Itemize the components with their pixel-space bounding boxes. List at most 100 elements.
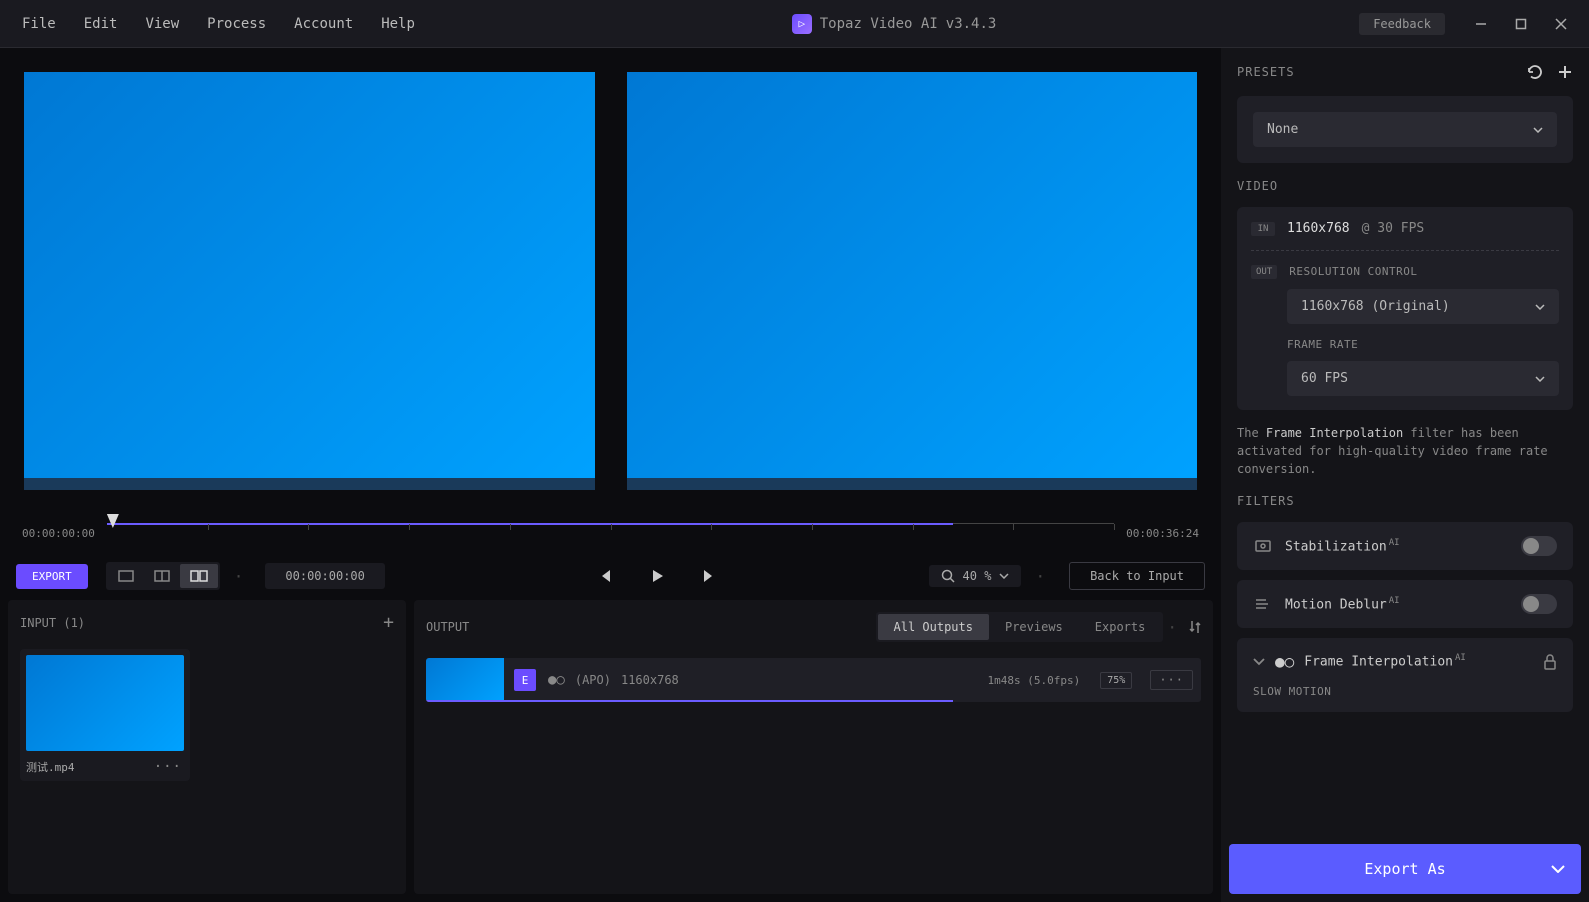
chevron-down-icon (1535, 304, 1545, 310)
chevron-down-icon (1535, 376, 1545, 382)
framerate-dropdown[interactable]: 60 FPS (1287, 361, 1559, 396)
out-badge: OUT (1251, 265, 1277, 279)
filter-stabilization: StabilizationAI (1237, 522, 1573, 570)
frame-interp-info: The Frame Interpolation filter has been … (1237, 424, 1573, 478)
resolution-value: 1160x768 (Original) (1301, 299, 1450, 314)
export-as-button[interactable]: Export As (1229, 844, 1581, 894)
tab-all-outputs[interactable]: All Outputs (878, 614, 989, 640)
menu-view[interactable]: View (131, 10, 193, 38)
menu-process[interactable]: Process (193, 10, 280, 38)
step-back-button[interactable] (591, 562, 619, 590)
minimize-button[interactable] (1461, 8, 1501, 40)
menu-help[interactable]: Help (367, 10, 429, 38)
output-percent: 75% (1100, 672, 1132, 689)
menu-file[interactable]: File (8, 10, 70, 38)
filters-header: FILTERS (1237, 494, 1295, 508)
motion-deblur-toggle[interactable] (1521, 594, 1557, 614)
framerate-label: FRAME RATE (1287, 338, 1559, 351)
timeline-end: 00:00:36:24 (1126, 527, 1199, 540)
frame-interp-status-icon: ●○ (1275, 652, 1294, 671)
in-fps: @ 30 FPS (1362, 221, 1425, 236)
preset-dropdown[interactable]: None (1253, 112, 1557, 147)
maximize-button[interactable] (1501, 8, 1541, 40)
menu-bar: File Edit View Process Account Help (8, 10, 429, 38)
presets-header: PRESETS (1237, 65, 1295, 79)
app-version: v3.4.3 (946, 16, 997, 32)
resolution-dropdown[interactable]: 1160x768 (Original) (1287, 289, 1559, 324)
output-panel: OUTPUT All Outputs Previews Exports · (414, 600, 1213, 894)
output-item[interactable]: E ●○ (APO) 1160x768 1m48s (5.0fps) 75% ·… (426, 658, 1201, 702)
playback-controls (395, 562, 919, 590)
zoom-control[interactable]: 40 % (929, 565, 1022, 587)
input-thumbnail (26, 655, 184, 751)
controls-bar: EXPORT · 00:00:00:00 40 % · Back to Inpu… (0, 552, 1221, 600)
menu-edit[interactable]: Edit (70, 10, 132, 38)
timeline-start: 00:00:00:00 (22, 527, 95, 540)
chevron-down-icon (999, 573, 1009, 579)
preview-original[interactable] (24, 72, 595, 490)
output-type-badge: E (514, 669, 536, 691)
slow-motion-label: SLOW MOTION (1253, 685, 1557, 698)
preview-area (0, 48, 1221, 514)
output-thumbnail (426, 658, 504, 702)
tab-previews[interactable]: Previews (989, 614, 1079, 640)
lock-icon (1543, 654, 1557, 670)
refresh-presets-button[interactable] (1527, 64, 1543, 80)
in-resolution: 1160x768 (1287, 221, 1350, 236)
collapse-button[interactable] (1253, 658, 1265, 666)
step-forward-button[interactable] (695, 562, 723, 590)
output-stats: 1m48s (5.0fps) (988, 674, 1081, 687)
view-single[interactable] (108, 564, 144, 588)
add-input-button[interactable]: + (383, 612, 394, 633)
feedback-button[interactable]: Feedback (1359, 13, 1445, 35)
output-tabs: All Outputs Previews Exports (876, 612, 1164, 642)
zoom-icon (941, 569, 955, 583)
framerate-value: 60 FPS (1301, 371, 1348, 386)
tab-exports[interactable]: Exports (1079, 614, 1162, 640)
output-status-icon: ●○ (548, 672, 565, 688)
timeline-playhead[interactable] (107, 514, 119, 528)
preview-processed[interactable] (627, 72, 1198, 490)
motion-deblur-icon (1253, 594, 1273, 614)
in-badge: IN (1251, 222, 1275, 236)
input-menu-button[interactable]: ··· (154, 759, 182, 775)
back-to-input-button[interactable]: Back to Input (1069, 562, 1205, 590)
frame-interp-label: Frame Interpolation (1304, 655, 1453, 670)
app-logo-icon: ▷ (792, 14, 812, 34)
window-controls: Feedback (1359, 8, 1581, 40)
sort-button[interactable] (1189, 620, 1201, 634)
view-side-by-side[interactable] (180, 564, 218, 588)
input-header: INPUT (1) (20, 616, 85, 630)
input-item[interactable]: 测试.mp4 ··· (20, 649, 190, 781)
output-menu-button[interactable]: ··· (1150, 670, 1193, 690)
titlebar: File Edit View Process Account Help ▷ To… (0, 0, 1589, 48)
export-button[interactable]: EXPORT (16, 564, 88, 589)
chevron-down-icon (1551, 865, 1565, 873)
motion-deblur-label: Motion Deblur (1285, 597, 1387, 612)
app-name: Topaz Video AI (820, 16, 938, 32)
view-split[interactable] (144, 564, 180, 588)
zoom-value: 40 % (963, 569, 992, 583)
chevron-down-icon (1533, 127, 1543, 133)
timeline-track[interactable] (107, 523, 1114, 543)
main-workspace: 00:00:00:00 00:00:36:24 EXPORT · 00:00:0… (0, 48, 1221, 902)
play-button[interactable] (643, 562, 671, 590)
stabilization-label: Stabilization (1285, 539, 1387, 554)
timecode-display[interactable]: 00:00:00:00 (265, 563, 384, 589)
settings-panel: PRESETS None VIDEO IN 1160x768 (1221, 48, 1589, 902)
filter-frame-interpolation: ●○ Frame InterpolationAI SLOW MOTION (1237, 638, 1573, 712)
preset-value: None (1267, 122, 1298, 137)
export-as-label: Export As (1364, 860, 1445, 878)
add-preset-button[interactable] (1557, 64, 1573, 80)
output-header: OUTPUT (426, 620, 469, 634)
stabilization-icon (1253, 536, 1273, 556)
view-mode-toggle (106, 562, 220, 590)
app-title: ▷ Topaz Video AI v3.4.3 (429, 14, 1359, 34)
output-codec: (APO) (575, 673, 611, 687)
close-button[interactable] (1541, 8, 1581, 40)
stabilization-toggle[interactable] (1521, 536, 1557, 556)
menu-account[interactable]: Account (280, 10, 367, 38)
output-resolution: 1160x768 (621, 673, 679, 687)
filter-motion-deblur: Motion DeblurAI (1237, 580, 1573, 628)
input-panel: INPUT (1) + 测试.mp4 ··· (8, 600, 406, 894)
